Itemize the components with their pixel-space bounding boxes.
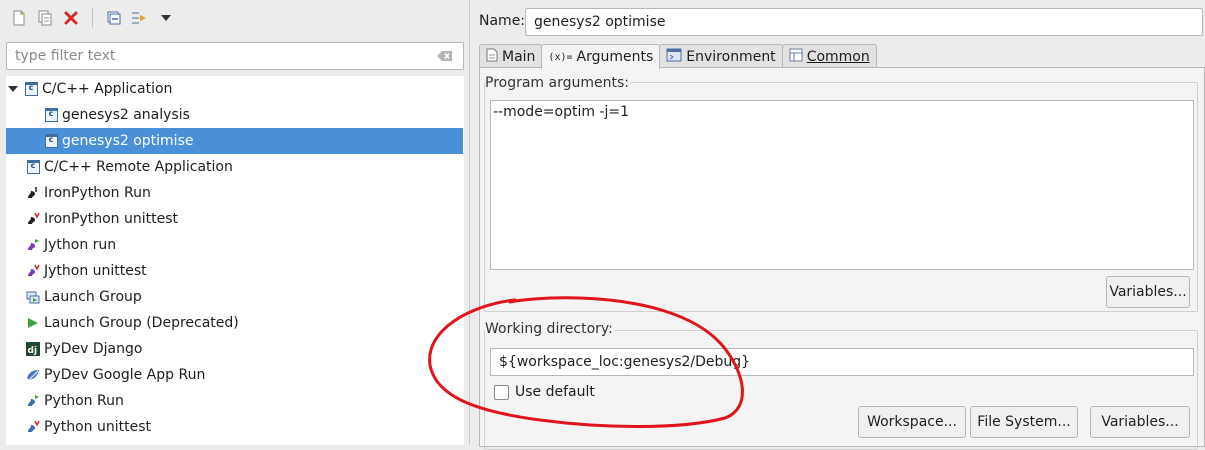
tab-label: Environment <box>686 48 776 65</box>
svg-text:dj: dj <box>28 346 38 356</box>
python-unittest-icon <box>26 420 40 434</box>
name-input[interactable]: genesys2 optimise <box>525 8 1203 36</box>
delete-icon[interactable] <box>60 7 82 29</box>
config-tabs: Main (x)= Arguments Environment Common <box>479 44 877 69</box>
new-config-icon[interactable] <box>8 7 30 29</box>
filter-field[interactable] <box>6 42 464 70</box>
tree-item-label: Launch Group <box>44 289 142 305</box>
tab-common[interactable]: Common <box>781 44 877 68</box>
tree-item-label: genesys2 optimise <box>62 133 194 149</box>
tab-main[interactable]: Main <box>479 44 543 68</box>
launch-config-editor: Name: genesys2 optimise Main (x)= Argume… <box>471 0 1205 450</box>
program-args-label: Program arguments: <box>485 75 631 91</box>
workspace-button[interactable]: Workspace... <box>858 406 966 438</box>
use-default-checkbox[interactable] <box>494 384 509 400</box>
clear-filter-icon[interactable] <box>437 50 453 66</box>
tree-item-label: PyDev Django <box>44 341 143 357</box>
tree-item-label: C/C++ Remote Application <box>44 159 233 175</box>
tree-item-label: Python unittest <box>44 419 151 435</box>
file-system-button[interactable]: File System... <box>970 406 1078 438</box>
jython-unittest-icon <box>26 264 40 278</box>
tree-item-pydev-django[interactable]: dj PyDev Django <box>6 336 463 362</box>
tree-item-label: Jython unittest <box>44 263 147 279</box>
ironpython-unittest-icon <box>26 212 40 226</box>
tab-environment[interactable]: Environment <box>659 44 783 68</box>
filter-icon[interactable] <box>129 7 151 29</box>
working-dir-label: Working directory: <box>485 321 615 337</box>
tab-label: Common <box>806 48 870 65</box>
launch-group-icon <box>26 290 40 304</box>
tree-item-label: IronPython unittest <box>44 211 179 227</box>
environment-tab-icon <box>666 48 682 66</box>
program-args-variables-button[interactable]: Variables... <box>1106 276 1190 308</box>
name-label: Name: <box>479 13 526 29</box>
ironpython-run-icon <box>26 186 40 200</box>
google-app-icon <box>26 368 40 382</box>
tree-item-label: Python Run <box>44 393 124 409</box>
tree-item-pydev-google-app-run[interactable]: PyDev Google App Run <box>6 362 463 388</box>
view-menu-icon[interactable] <box>155 7 177 29</box>
tree-item-label: PyDev Google App Run <box>44 367 206 383</box>
tree-item-launch-group-deprecated[interactable]: Launch Group (Deprecated) <box>6 310 463 336</box>
arguments-tab-icon: (x)= <box>548 51 573 63</box>
list-toolbar <box>8 6 177 30</box>
working-dir-variables-button[interactable]: Variables... <box>1090 406 1190 438</box>
launch-config-list-panel: c C/C++ Application c genesys2 analysis … <box>0 0 470 445</box>
cpp-app-icon: c <box>24 82 38 96</box>
toolbar-separator <box>92 8 93 28</box>
tree-item-label: Launch Group (Deprecated) <box>44 315 239 331</box>
tree-item-ironpython-run[interactable]: IronPython Run <box>6 180 463 206</box>
launch-config-tree: c C/C++ Application c genesys2 analysis … <box>6 76 464 445</box>
arguments-tab-panel: Program arguments: --mode=optim -j=1 Var… <box>479 67 1205 450</box>
tree-item-ironpython-unittest[interactable]: IronPython unittest <box>6 206 463 232</box>
tree-item-cpp-remote-application[interactable]: c C/C++ Remote Application <box>6 154 463 180</box>
cpp-config-icon: c <box>44 108 58 122</box>
tab-label: Main <box>502 48 536 65</box>
tree-item-jython-unittest[interactable]: Jython unittest <box>6 258 463 284</box>
use-default-checkbox-row[interactable]: Use default <box>494 384 595 400</box>
tree-item-python-run[interactable]: Python Run <box>6 388 463 414</box>
cpp-app-icon: c <box>26 160 40 174</box>
django-icon: dj <box>26 342 40 356</box>
tree-item-label: C/C++ Application <box>42 81 173 97</box>
common-tab-icon <box>789 48 803 66</box>
tree-item-genesys2-analysis[interactable]: c genesys2 analysis <box>6 102 463 128</box>
tree-item-genesys2-optimise[interactable]: c genesys2 optimise <box>6 128 463 154</box>
tree-item-launch-group[interactable]: Launch Group <box>6 284 463 310</box>
working-dir-input[interactable]: ${workspace_loc:genesys2/Debug} <box>490 348 1194 376</box>
tab-arguments[interactable]: (x)= Arguments <box>541 44 661 69</box>
tree-item-cpp-application[interactable]: c C/C++ Application <box>6 76 463 102</box>
use-default-label: Use default <box>515 384 595 400</box>
collapse-all-icon[interactable] <box>103 7 125 29</box>
main-tab-icon <box>486 48 498 66</box>
tree-item-python-unittest[interactable]: Python unittest <box>6 414 463 440</box>
filter-input[interactable] <box>7 43 427 69</box>
tree-item-label: Jython run <box>44 237 117 253</box>
cpp-config-icon: c <box>44 134 58 148</box>
program-args-textarea[interactable]: --mode=optim -j=1 <box>490 100 1194 270</box>
tree-item-jython-run[interactable]: Jython run <box>6 232 463 258</box>
expand-arrow-icon[interactable] <box>6 85 20 93</box>
launch-group-deprecated-icon <box>26 316 40 330</box>
jython-run-icon <box>26 238 40 252</box>
python-run-icon <box>26 394 40 408</box>
tree-item-label: IronPython Run <box>44 185 151 201</box>
tab-label: Arguments <box>576 49 654 65</box>
duplicate-icon[interactable] <box>34 7 56 29</box>
tree-item-label: genesys2 analysis <box>62 107 190 123</box>
